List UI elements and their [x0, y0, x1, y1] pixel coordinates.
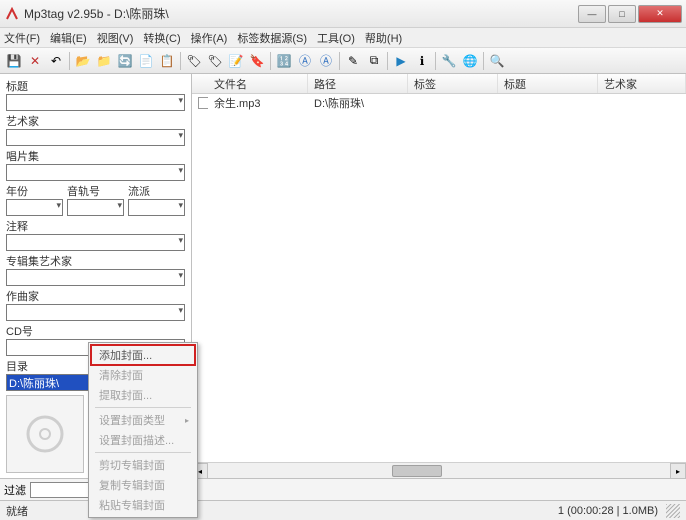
genre-input[interactable] [128, 199, 185, 216]
menu-copy-cover[interactable]: 复制专辑封面 [91, 475, 195, 495]
albumartist-input[interactable] [6, 269, 185, 286]
list-header: 文件名 路径 标签 标题 艺术家 [192, 74, 686, 94]
cell-filename: 余生.mp3 [208, 95, 308, 111]
titlebar: Mp3tag v2.95b - D:\陈丽珠\ — □ ✕ [0, 0, 686, 28]
composer-input[interactable] [6, 304, 185, 321]
comment-label: 注释 [6, 218, 185, 234]
menu-sources[interactable]: 标签数据源(S) [237, 30, 307, 46]
window-title: Mp3tag v2.95b - D:\陈丽珠\ [24, 5, 576, 22]
close-button[interactable]: ✕ [638, 5, 682, 23]
albumartist-label: 专辑集艺术家 [6, 253, 185, 269]
menu-help[interactable]: 帮助(H) [365, 30, 402, 46]
scroll-right-arrow[interactable]: ▸ [670, 463, 686, 479]
composer-label: 作曲家 [6, 288, 185, 304]
text-to-tag-icon[interactable]: 📝 [226, 51, 246, 71]
tag-to-file-icon[interactable]: 🏷 [184, 51, 204, 71]
folder-add-icon[interactable]: 📁 [94, 51, 114, 71]
menu-cut-cover[interactable]: 剪切专辑封面 [91, 455, 195, 475]
refresh-icon[interactable]: 🔄 [115, 51, 135, 71]
status-info: 1 (00:00:28 | 1.0MB) [558, 505, 658, 517]
save-icon[interactable]: 💾 [4, 51, 24, 71]
title-input[interactable] [6, 94, 185, 111]
file-icon [198, 97, 208, 109]
col-title[interactable]: 标题 [498, 74, 598, 93]
menu-actions[interactable]: 操作(A) [191, 30, 228, 46]
globe-icon[interactable]: 🌐 [460, 51, 480, 71]
year-label: 年份 [6, 183, 63, 199]
maximize-button[interactable]: □ [608, 5, 636, 23]
chevron-right-icon: ▸ [185, 416, 189, 425]
col-path[interactable]: 路径 [308, 74, 408, 93]
search-icon[interactable]: 🔍 [487, 51, 507, 71]
comment-input[interactable] [6, 234, 185, 251]
playlist-icon[interactable]: 📄 [136, 51, 156, 71]
properties-icon[interactable]: ℹ [412, 51, 432, 71]
menu-file[interactable]: 文件(F) [4, 30, 40, 46]
disc-icon [25, 414, 65, 454]
menu-add-cover[interactable]: 添加封面... [91, 345, 195, 365]
year-input[interactable] [6, 199, 63, 216]
col-artist[interactable]: 艺术家 [598, 74, 686, 93]
minimize-button[interactable]: — [578, 5, 606, 23]
album-input[interactable] [6, 164, 185, 181]
undo-icon[interactable]: ↶ [46, 51, 66, 71]
cover-context-menu: 添加封面... 清除封面 提取封面... 设置封面类型▸ 设置封面描述... 剪… [88, 342, 198, 518]
disc-label: CD号 [6, 323, 185, 339]
track-input[interactable] [67, 199, 124, 216]
col-tag[interactable]: 标签 [408, 74, 498, 93]
menu-set-cover-desc[interactable]: 设置封面描述... [91, 430, 195, 450]
menu-paste-cover[interactable]: 粘贴专辑封面 [91, 495, 195, 515]
menubar: 文件(F) 编辑(E) 视图(V) 转换(C) 操作(A) 标签数据源(S) 工… [0, 28, 686, 48]
tools-icon[interactable]: 🔧 [439, 51, 459, 71]
filter-label: 过滤 [4, 482, 26, 498]
artist-label: 艺术家 [6, 113, 185, 129]
menu-view[interactable]: 视图(V) [97, 30, 134, 46]
window-buttons: — □ ✕ [576, 5, 682, 23]
list-body[interactable]: 余生.mp3 D:\陈丽珠\ [192, 94, 686, 462]
play-icon[interactable]: ▶ [391, 51, 411, 71]
quick-action-icon[interactable]: Ⓐ [316, 51, 336, 71]
delete-icon[interactable]: ✕ [25, 51, 45, 71]
resize-grip[interactable] [666, 504, 680, 518]
export-icon[interactable]: 📋 [157, 51, 177, 71]
col-filename[interactable]: 文件名 [208, 74, 308, 93]
menu-remove-cover[interactable]: 清除封面 [91, 365, 195, 385]
file-to-tag-icon[interactable]: 🏷 [205, 51, 225, 71]
edit-icon[interactable]: ✎ [343, 51, 363, 71]
menu-convert[interactable]: 转换(C) [143, 30, 180, 46]
album-label: 唱片集 [6, 148, 185, 164]
menu-tools[interactable]: 工具(O) [317, 30, 355, 46]
artist-input[interactable] [6, 129, 185, 146]
genre-label: 流派 [128, 183, 185, 199]
file-list-area: 文件名 路径 标签 标题 艺术家 余生.mp3 D:\陈丽珠\ ◂ ▸ [192, 74, 686, 478]
cover-art-box[interactable] [6, 395, 84, 473]
autonumber-icon[interactable]: 🔢 [274, 51, 294, 71]
horizontal-scrollbar[interactable]: ◂ ▸ [192, 462, 686, 478]
folder-open-icon[interactable]: 📂 [73, 51, 93, 71]
scroll-thumb[interactable] [392, 465, 442, 477]
menu-edit[interactable]: 编辑(E) [50, 30, 87, 46]
cell-path: D:\陈丽珠\ [308, 95, 408, 111]
tag-to-tag-icon[interactable]: 🔖 [247, 51, 267, 71]
new-window-icon[interactable]: ⧉ [364, 51, 384, 71]
menu-extract-cover[interactable]: 提取封面... [91, 385, 195, 405]
menu-set-cover-type[interactable]: 设置封面类型▸ [91, 410, 195, 430]
app-icon [4, 6, 20, 22]
track-label: 音轨号 [67, 183, 124, 199]
toolbar: 💾 ✕ ↶ 📂 📁 🔄 📄 📋 🏷 🏷 📝 🔖 🔢 Ⓐ Ⓐ ✎ ⧉ ▶ ℹ 🔧 … [0, 48, 686, 74]
title-label: 标题 [6, 78, 185, 94]
actions-icon[interactable]: Ⓐ [295, 51, 315, 71]
table-row[interactable]: 余生.mp3 D:\陈丽珠\ [192, 94, 686, 112]
